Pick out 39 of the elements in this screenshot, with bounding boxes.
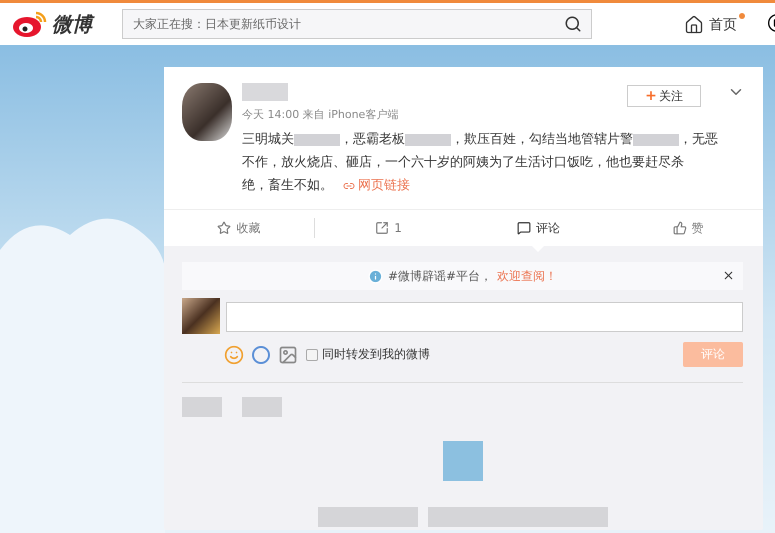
post-text: ，恶霸老板 bbox=[340, 131, 405, 149]
post-text: ，欺压百姓，勾结当地管辖片警 bbox=[451, 131, 633, 149]
comment-input[interactable] bbox=[226, 302, 743, 332]
redacted-name-block bbox=[242, 83, 288, 101]
redacted-text-block bbox=[633, 134, 679, 146]
thumbs-up-icon bbox=[672, 221, 687, 235]
post-text: ，无恶 bbox=[679, 131, 718, 149]
share-icon bbox=[375, 221, 390, 235]
action-tab[interactable]: 赞 bbox=[613, 210, 763, 246]
nav-link[interactable]: 首页 bbox=[684, 13, 745, 35]
emoji-icon[interactable] bbox=[224, 344, 244, 364]
logo-icon bbox=[12, 10, 48, 38]
web-link[interactable]: 网页链接 bbox=[343, 174, 410, 197]
search-field[interactable]: 大家正在搜：日本更新纸币设计 bbox=[122, 9, 592, 39]
image-icon[interactable] bbox=[278, 344, 298, 364]
post-text: 绝，畜生不如。 bbox=[242, 177, 333, 195]
home-icon bbox=[684, 15, 704, 35]
info-icon bbox=[368, 268, 383, 284]
checkbox[interactable] bbox=[306, 348, 318, 360]
action-tab[interactable]: 收藏 bbox=[164, 210, 314, 246]
post-text: 三明城关 bbox=[242, 131, 294, 149]
notice-text: #微博辟谣#平台， bbox=[388, 268, 492, 284]
post-meta: 今天 14:00 来自 iPhone客户端 bbox=[242, 107, 400, 122]
close-icon[interactable] bbox=[722, 269, 735, 282]
post-text: 不作，放火烧店、砸店，一个六十岁的阿姨为了生活讨口饭吃，他也要赶尽杀 bbox=[242, 154, 684, 172]
avatar-placeholder bbox=[182, 83, 232, 141]
notice-link[interactable]: 欢迎查阅！ bbox=[497, 268, 558, 284]
loading-icon bbox=[442, 441, 482, 481]
star-icon bbox=[217, 221, 232, 235]
comment-icon bbox=[516, 221, 531, 235]
action-tab[interactable]: 1 bbox=[314, 210, 464, 246]
checkbox-label: 同时转发到我的微博 bbox=[322, 346, 430, 363]
redacted-text-block bbox=[294, 134, 340, 146]
redacted-text-block bbox=[405, 134, 451, 146]
avatar-placeholder bbox=[182, 298, 220, 334]
follow-button[interactable]: +关注 bbox=[627, 85, 701, 107]
redacted-text-block bbox=[242, 397, 282, 417]
redacted-text-block bbox=[182, 397, 222, 417]
search-icon[interactable] bbox=[564, 15, 582, 33]
